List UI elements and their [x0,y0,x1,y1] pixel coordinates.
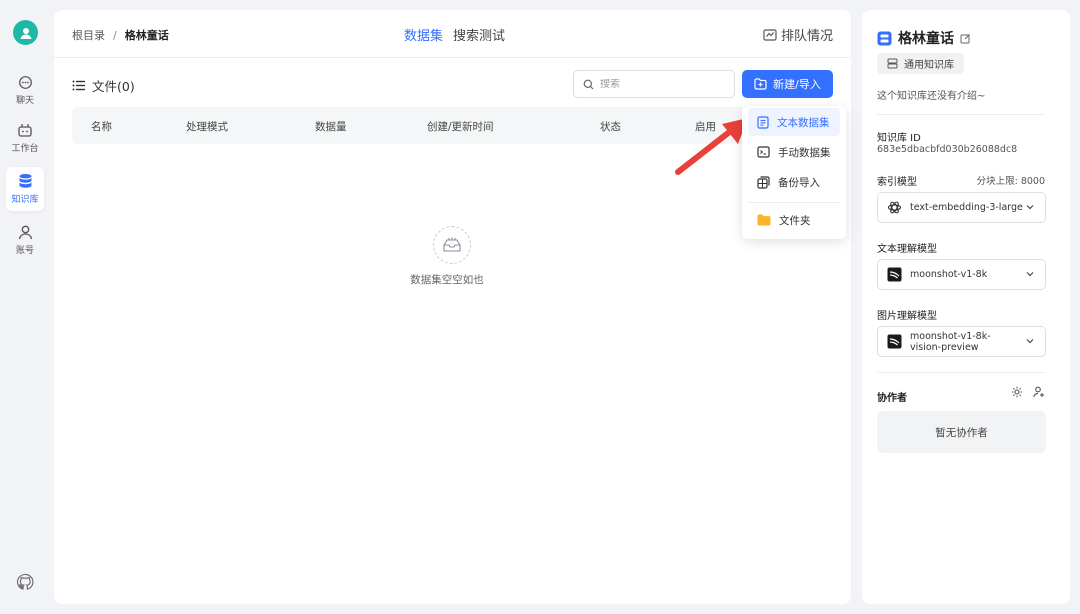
menu-item-manual-dataset-label: 手动数据集 [778,146,831,159]
menu-item-backup-import-label: 备份导入 [778,176,820,189]
nav-label-knowledge: 知识库 [11,195,39,205]
moonshot-icon [887,334,902,349]
chevron-down-icon [1026,339,1034,344]
files-count-title: 文件(0) [92,79,135,94]
queue-button[interactable]: 排队情况 [763,25,833,44]
chat-icon [18,75,32,89]
column-header-mode[interactable]: 处理模式 [186,119,228,134]
divider [877,372,1045,373]
top-bar: 根目录 / 格林童话 数据集 搜索测试 排队情况 [54,10,851,58]
red-arrow-annotation [675,118,748,175]
new-import-label: 新建/导入 [773,78,821,91]
github-link[interactable] [16,573,34,595]
database-small-icon [887,58,898,69]
index-model-label: 索引模型 [877,177,917,188]
new-import-button[interactable]: 新建/导入 [742,70,833,98]
menu-item-backup-import[interactable]: 备份导入 [748,168,840,196]
breadcrumb-separator: / [113,29,117,42]
menu-item-folder[interactable]: 文件夹 [748,206,840,234]
folder-icon [757,214,771,226]
index-model-value: text-embedding-3-large [910,202,1023,213]
queue-label: 排队情况 [780,29,833,44]
user-icon [18,225,32,239]
nav-label-workbench: 工作台 [11,143,39,154]
nav-item-knowledge[interactable]: 知识库 [6,167,44,211]
tab-search-test[interactable]: 搜索测试 [453,29,505,44]
menu-item-text-dataset-label: 文本数据集 [777,116,830,129]
empty-box-icon [443,237,461,252]
nav-item-chat[interactable]: 聊天 [6,68,44,112]
menu-item-manual-dataset[interactable]: 手动数据集 [748,138,840,166]
text-model-select[interactable]: moonshot-v1-8k [877,259,1046,290]
image-model-select[interactable]: moonshot-v1-8k-vision-preview [877,326,1046,357]
openai-icon [887,201,902,214]
chevron-down-icon [1026,205,1034,210]
menu-item-folder-label: 文件夹 [779,214,811,227]
column-header-status[interactable]: 状态 [600,119,621,134]
github-icon [17,573,34,590]
gear-icon[interactable] [1011,386,1023,398]
files-header: 文件(0) [72,76,135,95]
image-model-value: moonshot-v1-8k-vision-preview [910,330,991,353]
text-model-label: 文本理解模型 [877,244,937,255]
chevron-down-icon [1026,272,1034,277]
collaborators-label: 协作者 [877,393,907,404]
knowledge-type-tag: 通用知识库 [877,53,964,74]
knowledge-title-text: 格林童话 [898,31,954,47]
nav-label-chat: 聊天 [15,95,34,106]
empty-ring [433,226,471,264]
column-header-name[interactable]: 名称 [91,119,112,134]
left-nav: 聊天 工作台 知识库 账号 [0,0,50,614]
user-avatar-icon [20,27,31,39]
search-icon [583,79,594,89]
collaborators-empty: 暂无协作者 [877,411,1046,453]
folder-plus-icon [754,78,767,90]
terminal-icon [757,146,770,158]
add-user-icon[interactable] [1033,386,1045,398]
main-panel: 根目录 / 格林童话 数据集搜索测试 排队情况 文件(0) 新建/导入 名称 处理模… [54,10,851,604]
search-input[interactable] [600,78,720,90]
empty-text: 数据集空空如也 [410,274,484,286]
divider [877,114,1045,115]
backup-icon [757,175,770,189]
collaborator-actions [1011,386,1045,398]
knowledge-id-label: 知识库 ID [877,133,921,144]
list-icon [72,80,85,91]
column-header-amount[interactable]: 数据量 [315,119,347,134]
empty-state: 数据集空空如也 [410,226,490,287]
document-icon [757,115,769,129]
tab-dataset[interactable]: 数据集 [404,29,443,44]
chunk-limit: 分块上限: 8000 [976,176,1045,187]
breadcrumb-current: 格林童话 [124,29,169,42]
column-header-time[interactable]: 创建/更新时间 [427,119,494,134]
breadcrumb-root[interactable]: 根目录 [72,29,105,42]
index-model-select[interactable]: text-embedding-3-large [877,192,1046,223]
tab-bar: 数据集 搜索测试 [404,25,515,44]
nav-item-account[interactable]: 账号 [6,218,44,262]
search-box[interactable] [573,70,735,98]
moonshot-icon [887,267,902,282]
knowledge-type-label: 通用知识库 [904,60,954,71]
avatar[interactable] [13,20,38,45]
menu-divider [748,202,840,203]
nav-label-account: 账号 [15,245,34,256]
new-import-dropdown: 文本数据集 手动数据集 备份导入 文件夹 [742,106,846,239]
edit-icon[interactable] [960,33,971,44]
knowledge-info-panel: 格林童话 通用知识库 这个知识库还没有介绍~ 知识库 ID 683e5dbacb… [862,10,1070,604]
text-model-value: moonshot-v1-8k [910,269,988,280]
image-model-label: 图片理解模型 [877,311,937,322]
menu-item-text-dataset[interactable]: 文本数据集 [748,108,840,136]
queue-icon [763,28,777,41]
knowledge-title: 格林童话 [877,28,971,48]
knowledge-id-value: 683e5dbacbfd030b26088dc8 [877,144,1018,155]
robot-icon [18,123,32,137]
knowledge-intro[interactable]: 这个知识库还没有介绍~ [877,87,985,102]
breadcrumb: 根目录 / 格林童话 [72,27,169,43]
knowledge-base-icon [877,31,892,45]
database-icon [19,174,31,188]
nav-item-workbench[interactable]: 工作台 [6,116,44,160]
